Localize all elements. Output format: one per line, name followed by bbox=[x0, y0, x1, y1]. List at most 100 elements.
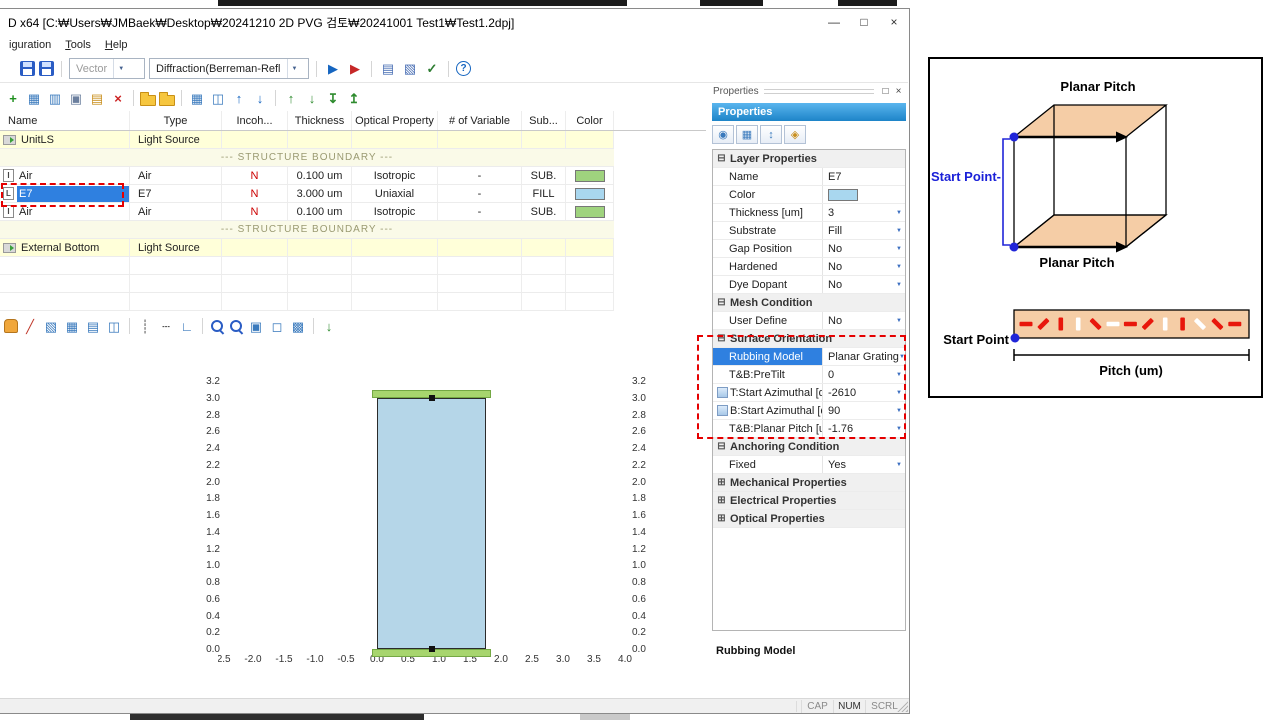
copy-layer-icon[interactable]: ▣ bbox=[67, 89, 85, 107]
layer-view-icon[interactable]: ◫ bbox=[105, 317, 123, 335]
help-icon[interactable]: ? bbox=[456, 61, 471, 76]
cutline-v-icon[interactable]: ┊ bbox=[136, 317, 154, 335]
sort-icon[interactable]: ↕ bbox=[760, 125, 782, 144]
categorized-icon[interactable]: ▦ bbox=[736, 125, 758, 144]
property-value[interactable]: 0▼ bbox=[823, 366, 905, 383]
property-group-mesh-condition[interactable]: ⊟Mesh Condition bbox=[713, 294, 905, 312]
property-row-t-b-pretilt[interactable]: T&B:PreTilt0▼ bbox=[713, 366, 905, 384]
collapse-icon[interactable]: ⊟ bbox=[716, 333, 727, 344]
run-icon[interactable]: ▶ bbox=[324, 60, 342, 78]
close-button[interactable]: × bbox=[879, 9, 909, 35]
region-select-icon[interactable]: ▧ bbox=[42, 317, 60, 335]
property-row-gap-position[interactable]: Gap PositionNo▼ bbox=[713, 240, 905, 258]
property-value[interactable]: No▼ bbox=[823, 276, 905, 293]
expand-icon[interactable]: ⊞ bbox=[716, 495, 727, 506]
table-edit-icon[interactable]: ◫ bbox=[209, 89, 227, 107]
property-group-optical-properties[interactable]: ⊞Optical Properties bbox=[713, 510, 905, 528]
dropdown-arrow-icon[interactable]: ▼ bbox=[896, 282, 905, 288]
table-row[interactable]: LE7E7N3.000 umUniaxial-FILL bbox=[0, 185, 614, 203]
property-group-anchoring-condition[interactable]: ⊟Anchoring Condition bbox=[713, 438, 905, 456]
maximize-button[interactable]: □ bbox=[849, 9, 879, 35]
mesh-show-icon[interactable]: ▤ bbox=[84, 317, 102, 335]
property-row-t-start-azimuthal-deg-[interactable]: T:Start Azimuthal [deg]-2610▼ bbox=[713, 384, 905, 402]
property-group-mechanical-properties[interactable]: ⊞Mechanical Properties bbox=[713, 474, 905, 492]
cutline-h-icon[interactable]: ┄ bbox=[157, 317, 175, 335]
layer-e7-region[interactable] bbox=[377, 398, 486, 649]
cell-name[interactable]: IAir bbox=[0, 167, 130, 184]
pages-icon[interactable]: ◈ bbox=[784, 125, 806, 144]
dropdown-arrow-icon[interactable]: ▼ bbox=[896, 318, 905, 324]
column-header--of-variable[interactable]: # of Variable bbox=[438, 111, 522, 130]
color-swatch[interactable] bbox=[828, 189, 858, 201]
color-swatch[interactable] bbox=[575, 170, 605, 182]
cell-name[interactable]: IAir bbox=[0, 203, 130, 220]
dropdown-arrow-icon[interactable]: ▼ bbox=[896, 390, 905, 396]
collapse-icon[interactable]: ⊟ bbox=[716, 153, 727, 164]
verify-icon[interactable]: ✓ bbox=[423, 60, 441, 78]
dock-icon[interactable]: ◉ bbox=[712, 125, 734, 144]
dropdown-arrow-icon[interactable]: ▼ bbox=[896, 372, 905, 378]
dropdown-arrow-icon[interactable]: ▼ bbox=[896, 210, 905, 216]
property-group-electrical-properties[interactable]: ⊞Electrical Properties bbox=[713, 492, 905, 510]
property-row-thickness-um-[interactable]: Thickness [um]3▼ bbox=[713, 204, 905, 222]
column-header-type[interactable]: Type bbox=[130, 111, 222, 130]
column-header-incoh-[interactable]: Incoh... bbox=[222, 111, 288, 130]
insert-below-icon[interactable]: ▥ bbox=[46, 89, 64, 107]
dropdown-arrow-icon[interactable]: ▼ bbox=[896, 228, 905, 234]
property-value[interactable]: 3▼ bbox=[823, 204, 905, 221]
property-value[interactable]: -2610▼ bbox=[823, 384, 905, 401]
menu-item-configuration[interactable]: iguration bbox=[2, 37, 58, 53]
menu-item-help[interactable]: Help bbox=[98, 37, 135, 53]
zoom-in-icon[interactable] bbox=[209, 318, 225, 334]
property-value[interactable]: No▼ bbox=[823, 312, 905, 329]
table-row[interactable]: UnitLSLight Source bbox=[0, 131, 614, 149]
pan-icon[interactable] bbox=[4, 319, 18, 333]
property-value[interactable]: 90▼ bbox=[823, 402, 905, 419]
batch-run-icon[interactable]: ▶ bbox=[346, 60, 364, 78]
shift-down-icon[interactable]: ↓ bbox=[303, 89, 321, 107]
delete-layer-icon[interactable]: × bbox=[109, 89, 127, 107]
property-value[interactable]: -1.76▼ bbox=[823, 420, 905, 437]
float-panel-button[interactable]: □ bbox=[879, 86, 892, 97]
column-header-name[interactable]: Name bbox=[0, 111, 130, 130]
move-down-icon[interactable]: ↓ bbox=[251, 89, 269, 107]
insert-above-icon[interactable]: ▦ bbox=[25, 89, 43, 107]
save-all-icon[interactable] bbox=[39, 61, 54, 76]
paste-layer-icon[interactable]: ▤ bbox=[88, 89, 106, 107]
property-value[interactable]: Yes▼ bbox=[823, 456, 905, 473]
dropdown-arrow-icon[interactable]: ▼ bbox=[899, 354, 905, 360]
report-icon[interactable]: ▤ bbox=[379, 60, 397, 78]
dropdown-arrow-icon[interactable]: ▼ bbox=[896, 264, 905, 270]
move-up-icon[interactable]: ↑ bbox=[230, 89, 248, 107]
folder-open-icon[interactable] bbox=[140, 95, 156, 106]
property-row-hardened[interactable]: HardenedNo▼ bbox=[713, 258, 905, 276]
dropdown-arrow-icon[interactable]: ▼ bbox=[896, 426, 905, 432]
top-alignment-region[interactable] bbox=[372, 390, 491, 398]
property-row-b-start-azimuthal-deg-[interactable]: B:Start Azimuthal [deg]90▼ bbox=[713, 402, 905, 420]
property-group-layer-properties[interactable]: ⊟Layer Properties bbox=[713, 150, 905, 168]
bottom-handle[interactable] bbox=[429, 646, 435, 652]
property-value[interactable]: E7 bbox=[823, 168, 905, 185]
property-row-user-define[interactable]: User DefineNo▼ bbox=[713, 312, 905, 330]
color-swatch[interactable] bbox=[575, 206, 605, 218]
import-icon[interactable]: ↧ bbox=[324, 89, 342, 107]
property-value[interactable]: Planar Grating▼ bbox=[823, 348, 905, 365]
export-icon[interactable]: ↥ bbox=[345, 89, 363, 107]
dropdown-arrow-icon[interactable]: ▼ bbox=[896, 246, 905, 252]
property-row-substrate[interactable]: SubstrateFill▼ bbox=[713, 222, 905, 240]
cell-name[interactable]: External Bottom bbox=[0, 239, 130, 256]
cell-name[interactable]: LE7 bbox=[0, 185, 130, 202]
zoom-extent-icon[interactable]: ▩ bbox=[289, 317, 307, 335]
resize-grip[interactable] bbox=[896, 700, 908, 712]
table-row[interactable]: External BottomLight Source bbox=[0, 239, 614, 257]
property-value[interactable]: No▼ bbox=[823, 240, 905, 257]
axes-icon[interactable]: ∟ bbox=[178, 317, 196, 335]
shift-up-icon[interactable]: ↑ bbox=[282, 89, 300, 107]
property-row-t-b-planar-pitch-um-[interactable]: T&B:Planar Pitch [um]-1.76▼ bbox=[713, 420, 905, 438]
property-value[interactable]: Fill▼ bbox=[823, 222, 905, 239]
expand-icon[interactable]: ⊞ bbox=[716, 513, 727, 524]
property-value[interactable]: No▼ bbox=[823, 258, 905, 275]
dropdown-arrow-icon[interactable]: ▼ bbox=[896, 462, 905, 468]
property-row-fixed[interactable]: FixedYes▼ bbox=[713, 456, 905, 474]
analysis-icon[interactable]: ▧ bbox=[401, 60, 419, 78]
